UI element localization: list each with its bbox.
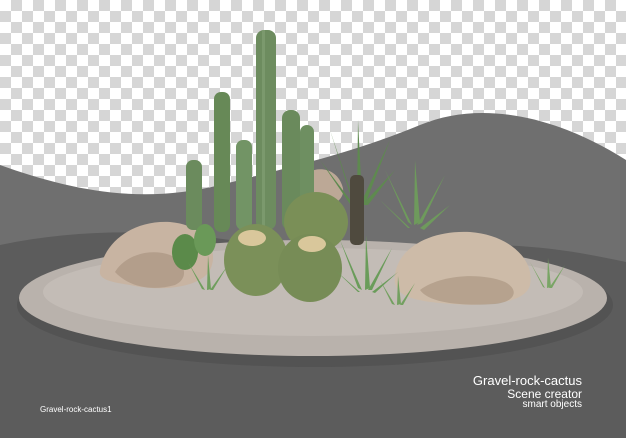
yucca-trunk bbox=[350, 175, 364, 245]
preview-title: Gravel-rock-cactus bbox=[472, 373, 582, 388]
cactus-column-left bbox=[214, 92, 230, 232]
cactus-column-center bbox=[256, 30, 276, 230]
file-name-label: Gravel-rock-cactus1 bbox=[40, 405, 112, 414]
barrel-cactus-left-top bbox=[238, 230, 266, 246]
preview-tagline: smart objects bbox=[522, 399, 582, 410]
paddle-cactus-2 bbox=[194, 224, 216, 256]
cactus-column-left2 bbox=[236, 140, 252, 230]
cactus-column-farleft bbox=[186, 160, 202, 230]
cactus-column-center-ribs bbox=[262, 30, 265, 230]
barrel-cactus-right-top bbox=[298, 236, 326, 252]
preview-canvas: Gravel-rock-cactus Scene creator smart o… bbox=[0, 0, 626, 438]
